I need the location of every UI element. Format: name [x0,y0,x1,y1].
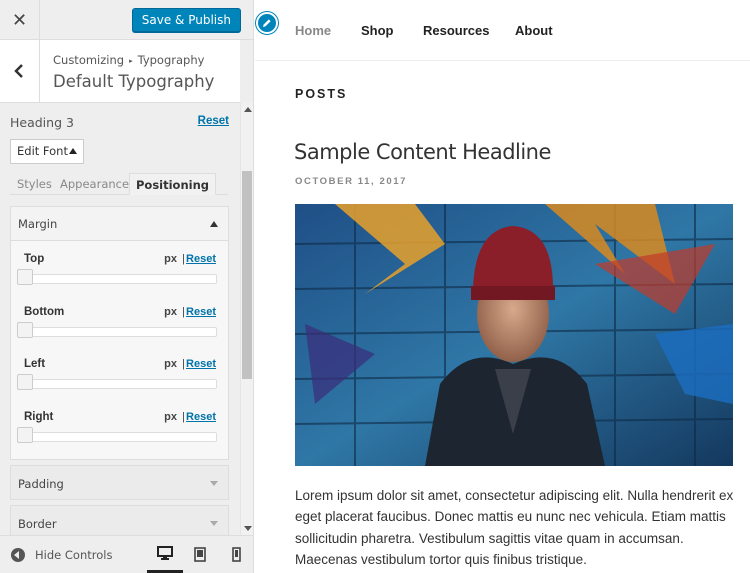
separator: | [182,358,185,370]
tab-styles[interactable]: Styles [17,173,52,195]
unit-label: px [164,253,177,265]
nav-shop[interactable]: Shop [361,23,394,38]
slider-handle[interactable] [17,322,33,338]
slider-track[interactable] [18,379,217,389]
separator: | [182,411,185,423]
slider-handle[interactable] [17,427,33,443]
edit-font-button[interactable]: Edit Font [10,139,84,164]
unit-label: px [164,358,177,370]
sidebar-scrollbar[interactable] [240,103,253,535]
field-label: Top [24,253,45,265]
padding-label: Padding [18,477,64,491]
customizer-footer: Hide Controls [0,535,253,573]
separator: | [182,253,185,265]
field-label: Left [24,358,46,370]
customizer-header: ✕ Save & Publish [0,0,253,40]
tab-appearance[interactable]: Appearance [60,173,129,195]
caret-up-icon [69,148,77,154]
pencil-icon [263,19,271,27]
margin-panel: Margin Top px | Reset Bottom px | Reset [10,206,229,460]
post-date: OCTOBER 11, 2017 [295,176,408,187]
margin-left-field: Left px | Reset [11,358,228,410]
border-section[interactable]: Border [10,505,229,535]
site-navigation: Home Shop Resources About [255,0,750,61]
edit-font-label: Edit Font [17,144,68,158]
slider-handle[interactable] [17,269,33,285]
preview-desktop-button[interactable] [147,536,183,573]
breadcrumb: Customizing ▸ Typography [53,53,204,67]
control-tabs: Styles Appearance Positioning [10,173,228,195]
customizer-sidebar: ✕ Save & Publish Customizing ▸ Typography … [0,0,254,573]
breadcrumb-child: Typography [137,53,205,67]
site-preview: Home Shop Resources About POSTS Sample C… [255,0,750,573]
caret-up-icon [210,221,218,227]
margin-toggle[interactable]: Margin [11,207,228,241]
preview-mobile-button[interactable] [218,536,253,573]
unit-label: px [164,306,177,318]
margin-top-field: Top px | Reset [11,253,228,305]
unit-label: px [164,411,177,423]
margin-label: Margin [18,217,58,231]
back-button[interactable] [0,40,40,102]
post-headline[interactable]: Sample Content Headline [294,140,551,164]
close-icon[interactable]: ✕ [0,0,40,40]
reset-link[interactable]: Reset [186,411,216,423]
chevron-left-icon [13,64,23,78]
portrait-photo [295,204,733,466]
collapse-arrow-icon [11,548,25,562]
scrollbar-thumb[interactable] [242,171,252,379]
edit-shortcut-button[interactable] [256,12,278,34]
hide-controls-button[interactable]: Hide Controls [11,548,112,562]
customizer-window: ✕ Save & Publish Customizing ▸ Typography … [0,0,750,573]
control-title: Heading 3 [10,115,74,130]
nav-about[interactable]: About [515,23,553,38]
controls-panel: Heading 3 Reset Edit Font Styles Appeara… [0,103,240,535]
separator: | [182,306,185,318]
border-label: Border [18,517,57,531]
preview-tablet-button[interactable] [182,536,218,573]
reset-link[interactable]: Reset [186,306,216,318]
padding-section[interactable]: Padding [10,465,229,500]
breadcrumb-parent: Customizing [53,53,125,67]
slider-track[interactable] [18,432,217,442]
mobile-icon [231,547,241,562]
save-publish-button[interactable]: Save & Publish [131,8,241,32]
hide-controls-label: Hide Controls [35,548,113,562]
slider-track[interactable] [18,327,217,337]
post-featured-image [295,204,733,466]
posts-heading: POSTS [295,87,348,101]
post-excerpt: Lorem ipsum dolor sit amet, consectetur … [295,488,734,568]
section-header: Customizing ▸ Typography Default Typograph… [0,40,240,103]
tablet-icon [194,547,206,562]
scroll-down-icon[interactable] [244,526,252,531]
desktop-icon [157,546,173,560]
section-title: Default Typography [53,72,215,91]
field-label: Right [24,411,54,423]
heading-reset-link[interactable]: Reset [198,115,229,127]
field-label: Bottom [24,306,65,318]
breadcrumb-arrow-icon: ▸ [129,57,133,65]
margin-right-field: Right px | Reset [11,411,228,463]
nav-home[interactable]: Home [295,23,331,38]
slider-track[interactable] [18,274,217,284]
caret-down-icon [210,481,218,486]
scroll-up-icon[interactable] [244,107,252,112]
margin-bottom-field: Bottom px | Reset [11,306,228,358]
slider-handle[interactable] [17,374,33,390]
caret-down-icon [210,521,218,526]
tab-positioning[interactable]: Positioning [129,173,217,195]
nav-resources[interactable]: Resources [423,23,489,38]
reset-link[interactable]: Reset [186,253,216,265]
reset-link[interactable]: Reset [186,358,216,370]
